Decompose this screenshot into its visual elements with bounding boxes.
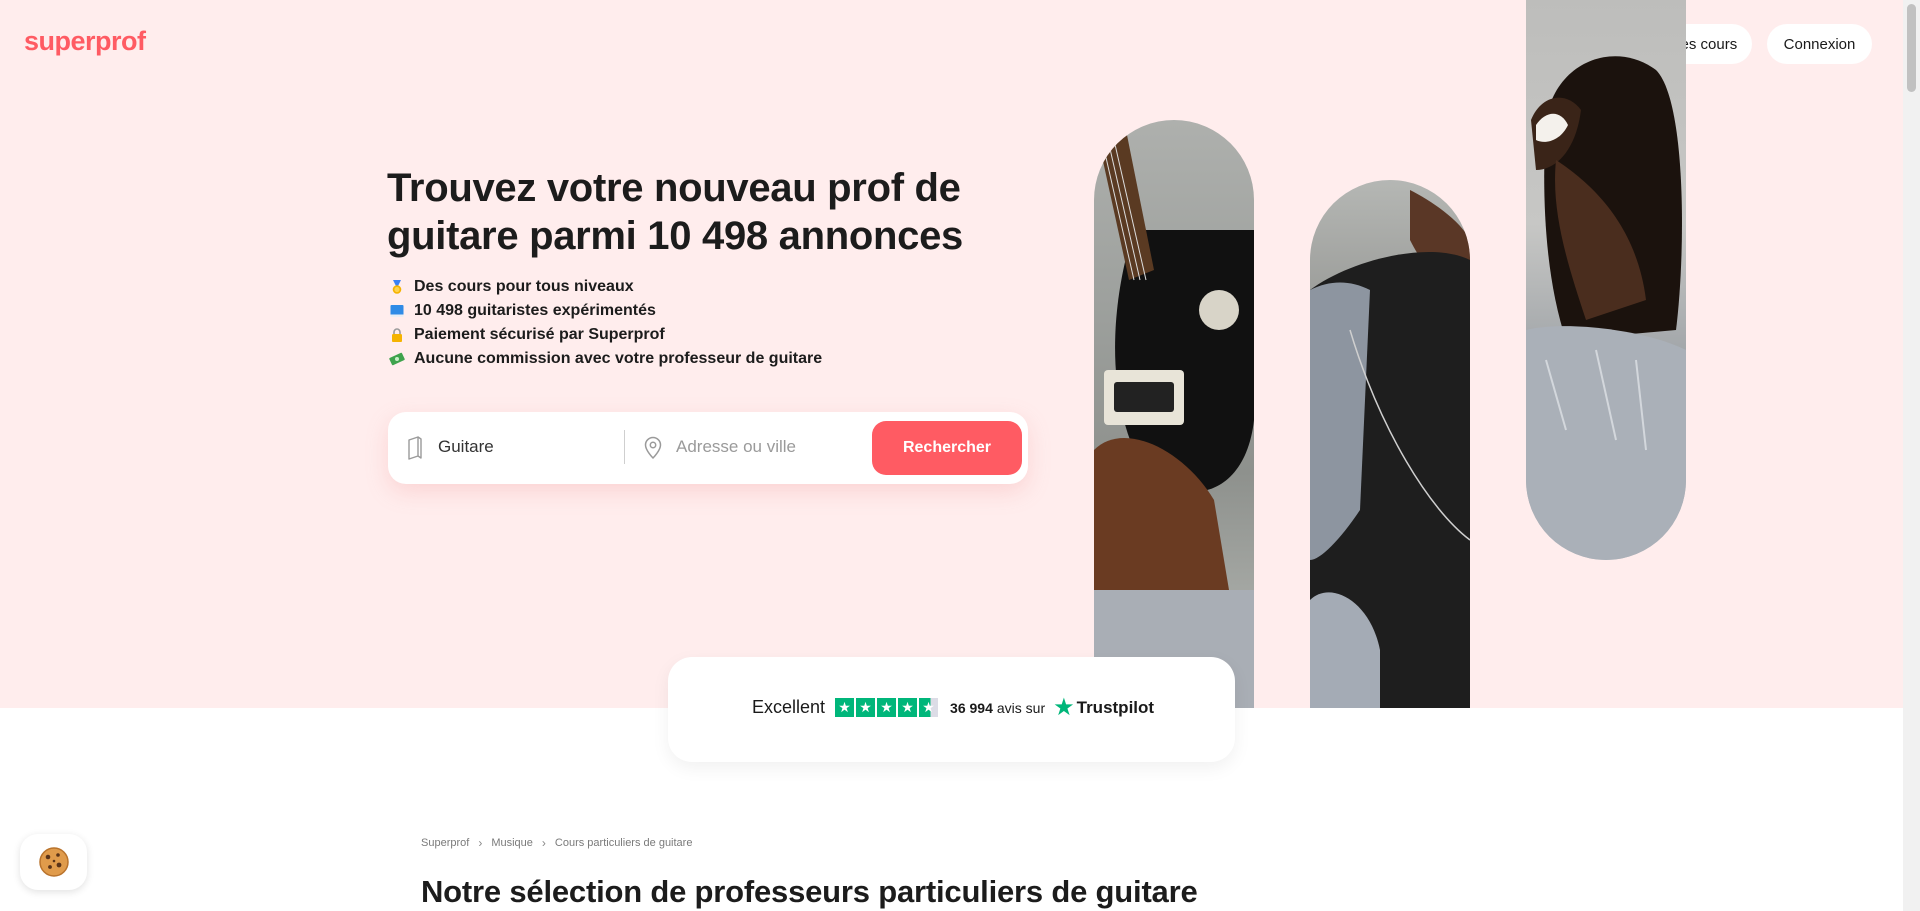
- half-star-icon: ★: [919, 698, 939, 717]
- search-button[interactable]: Rechercher: [872, 421, 1022, 475]
- feature-text: 10 498 guitaristes expérimentés: [414, 302, 656, 319]
- trustpilot-logo: ★ Trustpilot: [1053, 693, 1155, 721]
- section-title: Notre sélection de professeurs particuli…: [421, 874, 1198, 909]
- book-outline-icon: [406, 436, 424, 465]
- breadcrumb-item[interactable]: Musique: [491, 837, 533, 849]
- trustpilot-brand: Trustpilot: [1076, 697, 1155, 717]
- breadcrumb-item[interactable]: Superprof: [421, 837, 469, 849]
- page-scrollbar[interactable]: [1903, 0, 1920, 911]
- search-bar: Guitare Adresse ou ville Rechercher: [388, 412, 1028, 484]
- feature-list: Des cours pour tous niveaux 10 498 guita…: [389, 275, 822, 371]
- feature-item: Paiement sécurisé par Superprof: [389, 323, 822, 347]
- scrollbar-thumb[interactable]: [1907, 4, 1916, 92]
- star-icon: ★: [898, 698, 918, 717]
- location-input[interactable]: Adresse ou ville: [676, 437, 796, 457]
- subject-input[interactable]: Guitare: [438, 437, 494, 457]
- chevron-right-icon: ›: [541, 836, 546, 850]
- star-icon: ★: [835, 698, 855, 717]
- feature-text: Des cours pour tous niveaux: [414, 278, 634, 295]
- reviews-suffix: avis sur: [996, 699, 1046, 716]
- trustpilot-star-icon: ★: [1053, 693, 1075, 721]
- lock-icon: [389, 327, 405, 343]
- rating-word: Excellent: [752, 697, 826, 717]
- breadcrumb-item-current: Cours particuliers de guitare: [554, 837, 693, 849]
- cookie-icon: [38, 847, 69, 877]
- money-icon: [389, 351, 405, 367]
- feature-text: Paiement sécurisé par Superprof: [414, 326, 665, 343]
- superprof-logo[interactable]: superprof: [24, 26, 146, 57]
- rating-stars: ★ ★ ★ ★ ★: [835, 698, 940, 717]
- guitar-photo-1: [1094, 120, 1254, 708]
- feature-item: 10 498 guitaristes expérimentés: [389, 299, 822, 323]
- breadcrumb: Superprof › Musique › Cours particuliers…: [421, 836, 692, 850]
- search-divider: [624, 430, 625, 464]
- feature-item: Des cours pour tous niveaux: [389, 275, 822, 299]
- guitarist-photo-3: [1526, 0, 1686, 560]
- guitar-photo-2: [1310, 180, 1470, 708]
- review-count: 36 994: [950, 699, 993, 716]
- trustpilot-widget[interactable]: Excellent ★ ★ ★ ★ ★ 36 994 avis sur ★ Tr…: [668, 657, 1235, 762]
- star-icon: ★: [877, 698, 897, 717]
- book-icon: [389, 303, 405, 319]
- medal-icon: [389, 279, 405, 295]
- hero-headline: Trouvez votre nouveau prof de guitare pa…: [387, 166, 963, 258]
- star-icon: ★: [856, 698, 876, 717]
- cookie-settings-button[interactable]: [20, 834, 87, 890]
- chevron-right-icon: ›: [478, 836, 483, 850]
- login-button[interactable]: Connexion: [1767, 24, 1872, 64]
- feature-item: Aucune commission avec votre professeur …: [389, 347, 822, 371]
- feature-text: Aucune commission avec votre professeur …: [414, 350, 823, 367]
- location-pin-icon: [642, 436, 664, 465]
